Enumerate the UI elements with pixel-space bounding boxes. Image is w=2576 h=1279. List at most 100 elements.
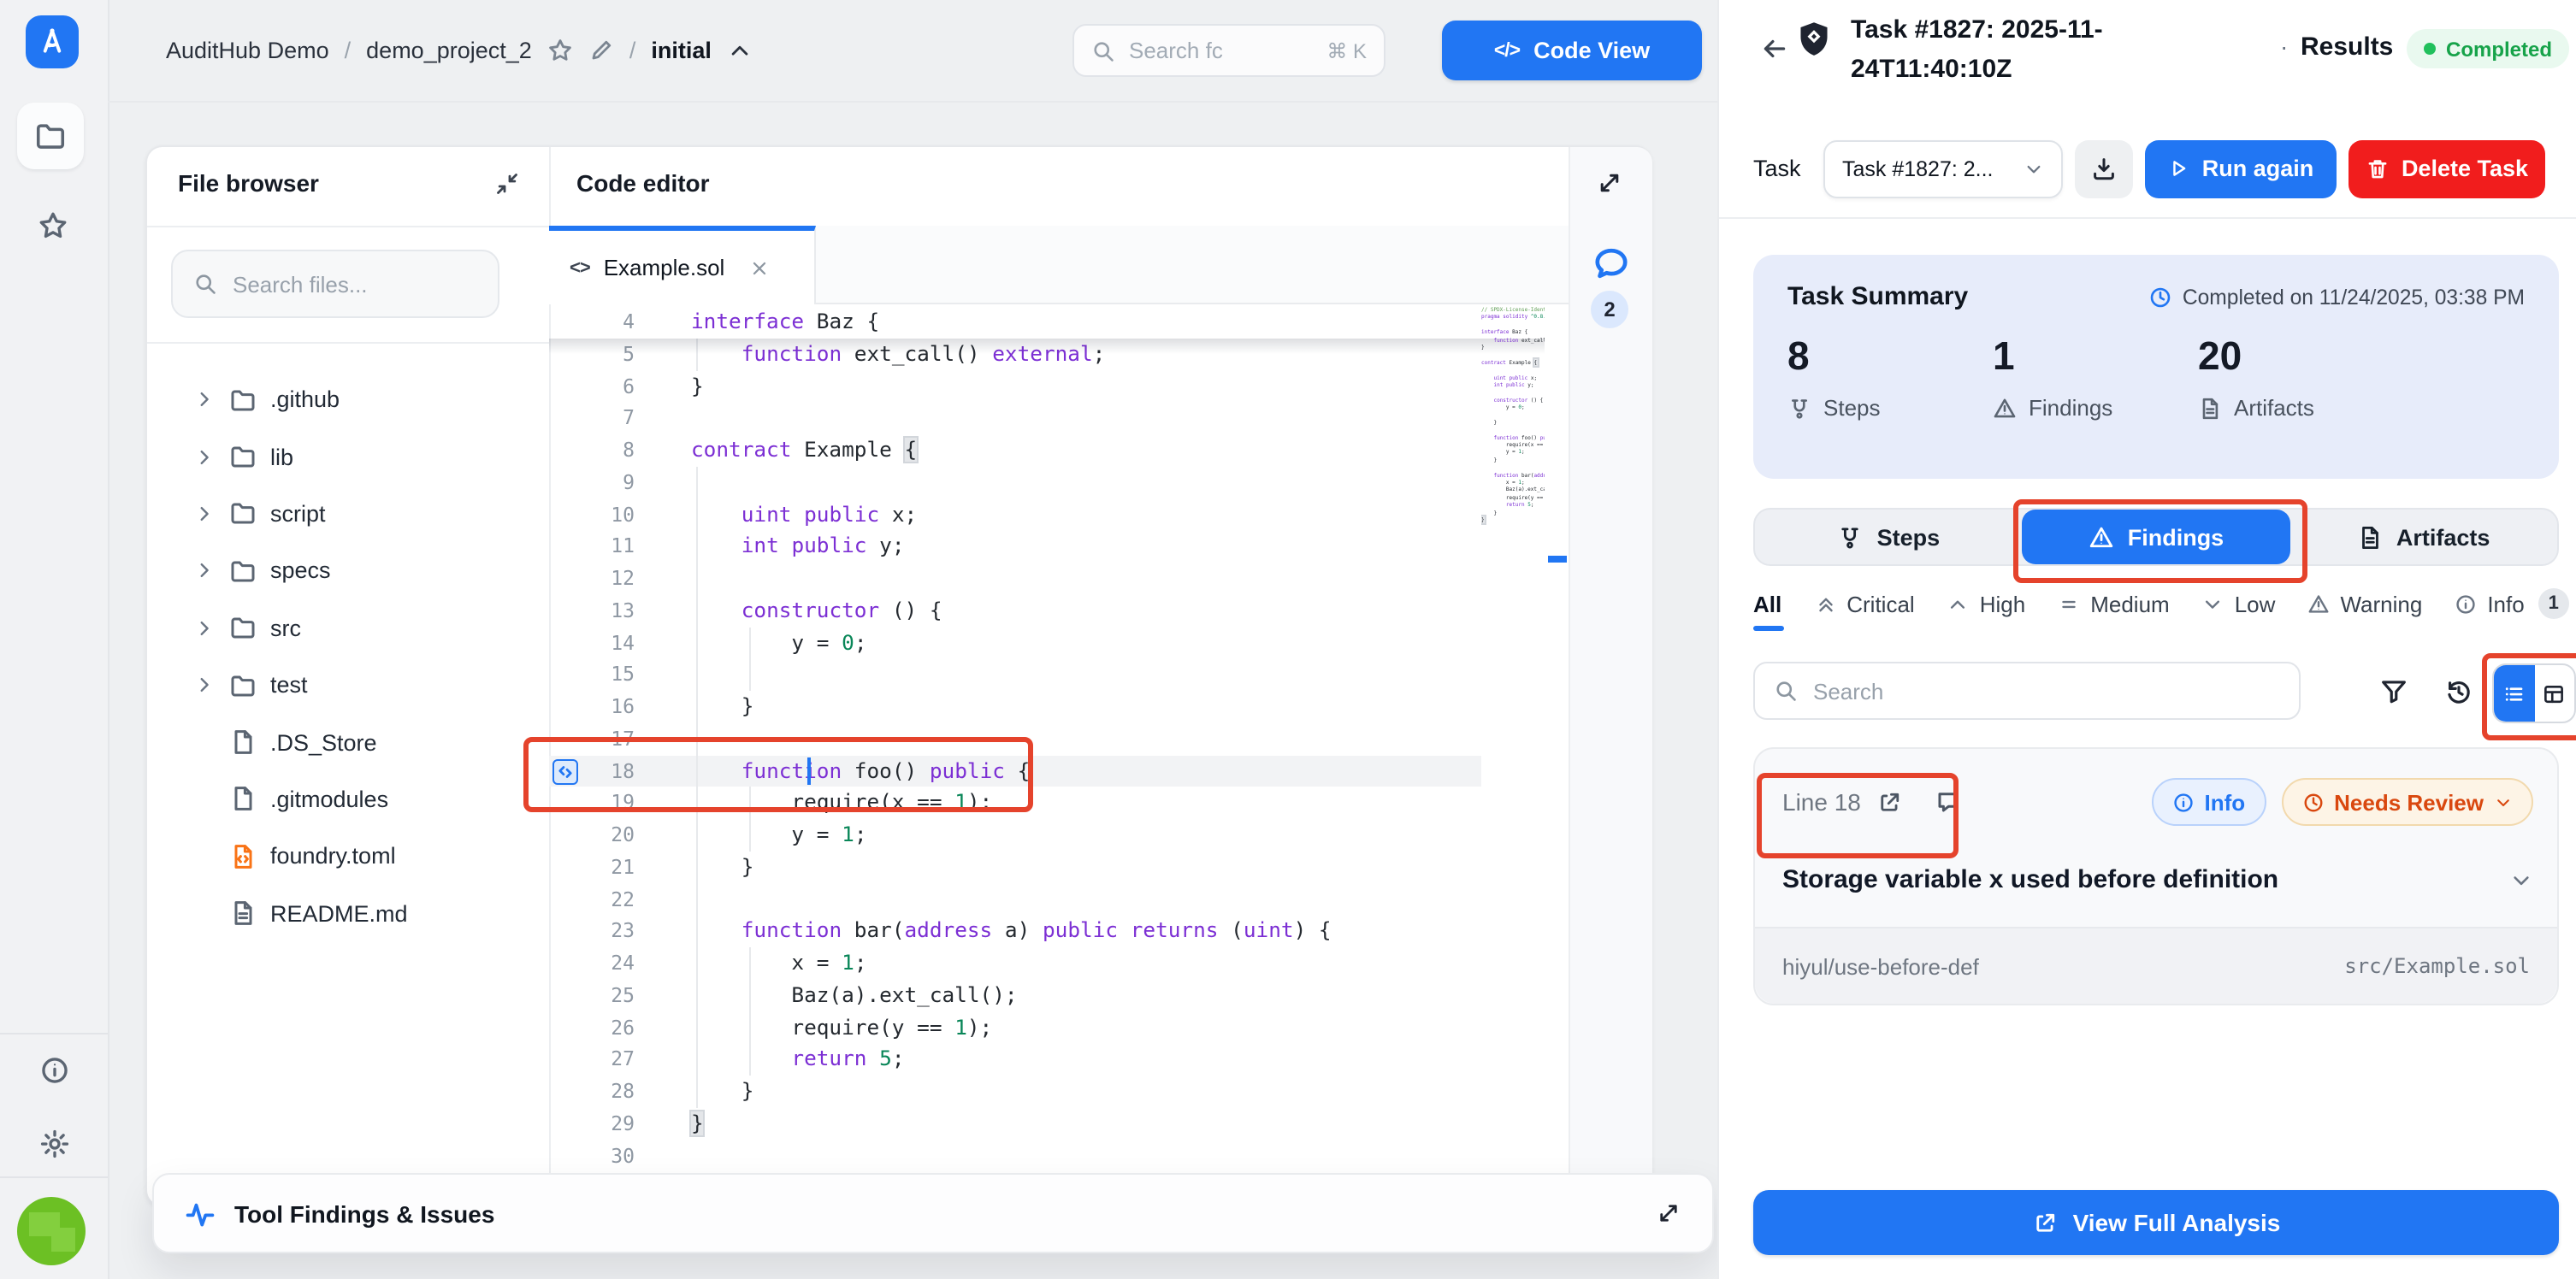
- code-text: require(y == 1);: [672, 1011, 992, 1044]
- code-line-30[interactable]: 30: [549, 1140, 1481, 1172]
- info-icon[interactable]: [39, 1055, 70, 1086]
- tab-artifacts[interactable]: Artifacts: [2289, 510, 2557, 564]
- code-line-28[interactable]: 28 }: [549, 1076, 1481, 1108]
- code-line-27[interactable]: 27 return 5;: [549, 1044, 1481, 1076]
- breadcrumb-project[interactable]: demo_project_2: [366, 38, 532, 63]
- sidebar-item-files[interactable]: [17, 103, 84, 169]
- filter-info[interactable]: Info1: [2455, 588, 2568, 619]
- tree-item-.github[interactable]: .github: [147, 371, 549, 428]
- expand-editor-icon[interactable]: [1596, 169, 1623, 197]
- code-line-26[interactable]: 26 require(y == 1);: [549, 1011, 1481, 1044]
- chevron-up-icon[interactable]: [727, 38, 753, 63]
- tree-item-specs[interactable]: specs: [147, 542, 549, 599]
- minimap-line: x = 1;: [1481, 479, 1545, 486]
- chevron-right-icon: [193, 503, 216, 525]
- tab-findings[interactable]: Findings: [2023, 510, 2290, 564]
- edit-pencil-icon[interactable]: [588, 38, 614, 63]
- run-again-button[interactable]: Run again: [2145, 139, 2337, 197]
- external-link-icon[interactable]: [1876, 789, 1902, 815]
- code-line-16[interactable]: 16 }: [549, 691, 1481, 723]
- avatar[interactable]: [17, 1197, 86, 1265]
- file-tree: .github lib scriptspecssrctest.DS_Store.gi…: [147, 371, 549, 942]
- expand-panel-icon[interactable]: [1656, 1200, 1681, 1226]
- finding-title-row[interactable]: Storage variable x used before definitio…: [1782, 865, 2533, 894]
- tool-findings-bar[interactable]: Tool Findings & Issues: [152, 1173, 1714, 1253]
- code-line-18[interactable]: 18 function foo() public {: [549, 755, 1481, 787]
- tree-item-test[interactable]: test: [147, 657, 549, 714]
- filter-low[interactable]: Low: [2202, 591, 2276, 616]
- tree-item-label: lib: [270, 444, 293, 469]
- tree-item-foundry.toml[interactable]: foundry.toml: [147, 828, 549, 885]
- code-line-23[interactable]: 23 function bar(address a) public return…: [549, 916, 1481, 948]
- code-line-11[interactable]: 11 int public y;: [549, 531, 1481, 563]
- task-select[interactable]: Task #1827: 2...: [1823, 139, 2063, 197]
- delete-task-button[interactable]: Delete Task: [2349, 139, 2545, 197]
- tab-steps[interactable]: Steps: [1755, 510, 2023, 564]
- line-number: 22: [549, 883, 672, 916]
- app-logo[interactable]: [26, 15, 79, 68]
- steps-icon: [1838, 524, 1864, 550]
- finding-line-ref[interactable]: Line 18: [1782, 788, 1861, 816]
- code-line-9[interactable]: 9: [549, 467, 1481, 499]
- code-view-button[interactable]: </> Code View: [1442, 21, 1702, 80]
- comment-count-badge[interactable]: 2: [1591, 291, 1628, 328]
- code-line-8[interactable]: 8contract Example {: [549, 434, 1481, 467]
- tree-item-README.md[interactable]: README.md: [147, 885, 549, 942]
- code-text: function foo() public {: [672, 755, 1030, 787]
- filter-high[interactable]: High: [1947, 591, 2026, 616]
- collapse-panel-icon[interactable]: [494, 171, 520, 197]
- gear-icon[interactable]: [39, 1129, 70, 1159]
- breadcrumb-app[interactable]: AuditHub Demo: [166, 38, 329, 63]
- filter-all[interactable]: All: [1753, 591, 1781, 616]
- editor-tab-example-sol[interactable]: <> Example.sol: [549, 226, 816, 304]
- chevron-down-icon: [2494, 793, 2513, 811]
- view-full-analysis-button[interactable]: View Full Analysis: [1753, 1190, 2559, 1255]
- code-text: [672, 563, 691, 595]
- breadcrumb-branch[interactable]: initial: [651, 38, 712, 63]
- code-line-29[interactable]: 29}: [549, 1108, 1481, 1140]
- global-search-input[interactable]: Search fc ⌘ K: [1072, 24, 1385, 77]
- code-line-21[interactable]: 21 }: [549, 852, 1481, 884]
- comment-icon[interactable]: [1935, 788, 1962, 816]
- code-line-25[interactable]: 25 Baz(a).ext_call();: [549, 980, 1481, 1012]
- code-line-4[interactable]: 4interface Baz {: [549, 306, 1481, 339]
- code-line-6[interactable]: 6}: [549, 370, 1481, 403]
- findings-search-input[interactable]: Search: [1753, 662, 2301, 720]
- back-arrow-icon[interactable]: [1760, 34, 1789, 63]
- close-icon[interactable]: [748, 257, 769, 278]
- filter-medium[interactable]: Medium: [2058, 591, 2170, 616]
- code-line-17[interactable]: 17: [549, 723, 1481, 756]
- review-status-dropdown[interactable]: Needs Review: [2281, 778, 2533, 826]
- history-icon[interactable]: [2444, 677, 2473, 706]
- favorite-star-icon[interactable]: [547, 38, 573, 63]
- code-line-15[interactable]: 15: [549, 659, 1481, 692]
- code-line-24[interactable]: 24 x = 1;: [549, 947, 1481, 980]
- filter-label: Warning: [2340, 591, 2422, 616]
- filter-warning[interactable]: Warning: [2307, 591, 2422, 616]
- tree-item-script[interactable]: script: [147, 486, 549, 543]
- tree-item-.DS_Store[interactable]: .DS_Store: [147, 714, 549, 771]
- code-line-7[interactable]: 7: [549, 403, 1481, 435]
- code-line-14[interactable]: 14 y = 0;: [549, 627, 1481, 659]
- code-line-13[interactable]: 13 constructor () {: [549, 595, 1481, 628]
- finding-gutter-icon[interactable]: [552, 758, 578, 784]
- file-search-input[interactable]: Search files...: [171, 250, 499, 318]
- finding-card[interactable]: Line 18 Info Needs Review Storage variab…: [1753, 747, 2559, 1005]
- code-line-22[interactable]: 22: [549, 883, 1481, 916]
- star-icon[interactable]: [38, 210, 68, 241]
- filter-critical[interactable]: Critical: [1814, 591, 1914, 616]
- code-line-19[interactable]: 19 require(x == 1);: [549, 787, 1481, 820]
- tree-item-lib[interactable]: lib: [147, 428, 549, 486]
- code-line-20[interactable]: 20 y = 1;: [549, 819, 1481, 852]
- code-line-10[interactable]: 10 uint public x;: [549, 498, 1481, 531]
- tree-item-src[interactable]: src: [147, 599, 549, 657]
- editor-minimap[interactable]: // SPDX-License-Identifier: GPL-3.0pragm…: [1481, 306, 1545, 734]
- tree-item-.gitmodules[interactable]: .gitmodules: [147, 770, 549, 828]
- comments-bubble-icon[interactable]: [1592, 245, 1630, 282]
- list-view-button[interactable]: [2494, 665, 2534, 722]
- code-line-12[interactable]: 12: [549, 563, 1481, 595]
- table-view-button[interactable]: [2534, 665, 2574, 722]
- download-button[interactable]: [2075, 139, 2133, 197]
- filter-funnel-icon[interactable]: [2379, 677, 2408, 706]
- code-lines[interactable]: 4interface Baz {5 function ext_call() ex…: [549, 306, 1481, 1172]
